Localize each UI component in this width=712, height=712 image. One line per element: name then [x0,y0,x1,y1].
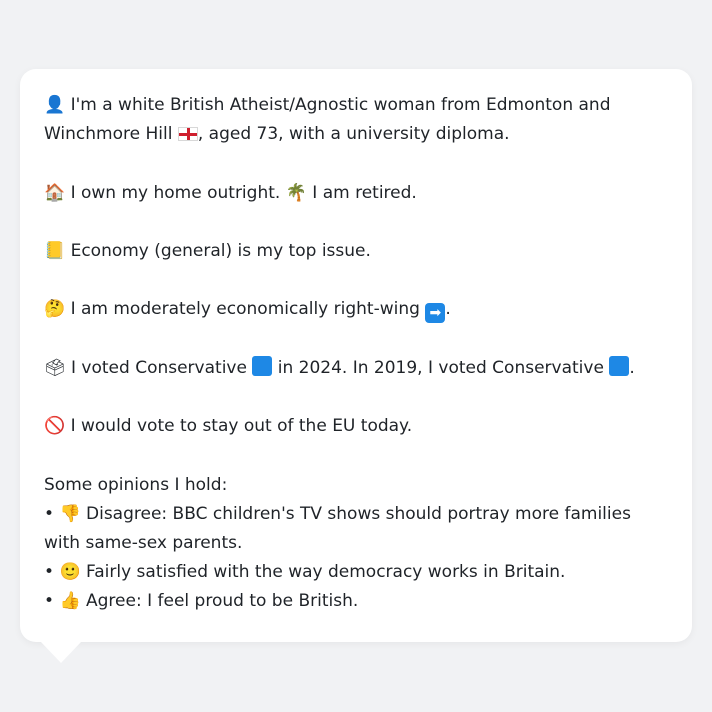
bullet: • [44,562,55,583]
eu-text: I would vote to stay out of the EU today… [70,416,413,437]
issue-text: Economy (general) is my top issue. [70,240,371,261]
issue-paragraph: 📒 Economy (general) is my top issue. [44,237,668,266]
economic-text: I am moderately economically right-wing [70,299,420,320]
prohibited-icon: 🚫 [44,416,66,437]
opinions-heading: Some opinions I hold: [44,474,228,495]
vote-suffix: . [629,357,635,378]
person-silhouette-icon: 👤 [44,95,66,115]
home-text: I own my home outright. [70,182,281,203]
home-paragraph: 🏠 I own my home outright. 🌴 I am retired… [44,179,668,208]
vote-text-2: in 2024. In 2019, I voted Conservative [277,357,604,378]
house-icon: 🏠 [44,182,66,203]
opinion-item: • 🙂 Fairly satisfied with the way democr… [44,558,668,587]
bullet: • [44,503,55,524]
vote-text-1: I voted Conservative [71,357,247,378]
opinion-item: • 👎 Disagree: BBC children's TV shows sh… [44,500,668,558]
england-flag-icon [177,127,198,142]
blue-square-icon [609,355,630,376]
opinions-section: Some opinions I hold: • 👎 Disagree: BBC … [44,471,668,617]
blue-square-icon [252,355,273,376]
ledger-icon: 📒 [44,240,66,261]
economic-paragraph: 🤔 I am moderately economically right-win… [44,295,668,324]
retired-text: I am retired. [312,182,417,203]
opinion-text: Fairly satisfied with the way democracy … [86,562,566,583]
eu-paragraph: 🚫 I would vote to stay out of the EU tod… [44,412,668,441]
right-arrow-icon: ➡ [425,303,446,324]
slightly-smiling-face-icon: 🙂 [59,562,81,583]
thumbs-up-icon: 👍 [59,591,81,612]
thinking-face-icon: 🤔 [44,299,66,320]
speech-bubble-tail [40,641,82,663]
bullet: • [44,591,55,612]
opinion-text: Disagree: BBC children's TV shows should… [44,503,631,553]
opinion-text: Agree: I feel proud to be British. [86,591,359,612]
vote-paragraph: 🗳 I voted Conservative in 2024. In 2019,… [44,354,668,383]
profile-card: 👤 I'm a white British Atheist/Agnostic w… [20,69,692,642]
thumbs-down-icon: 👎 [59,503,81,524]
economic-suffix: . [445,299,451,320]
intro-paragraph: 👤 I'm a white British Atheist/Agnostic w… [44,91,668,149]
ballot-box-icon: 🗳 [44,357,66,378]
intro-text-2: , aged 73, with a university diploma. [197,124,510,145]
palm-tree-icon: 🌴 [285,182,307,203]
opinion-item: • 👍 Agree: I feel proud to be British. [44,587,668,616]
